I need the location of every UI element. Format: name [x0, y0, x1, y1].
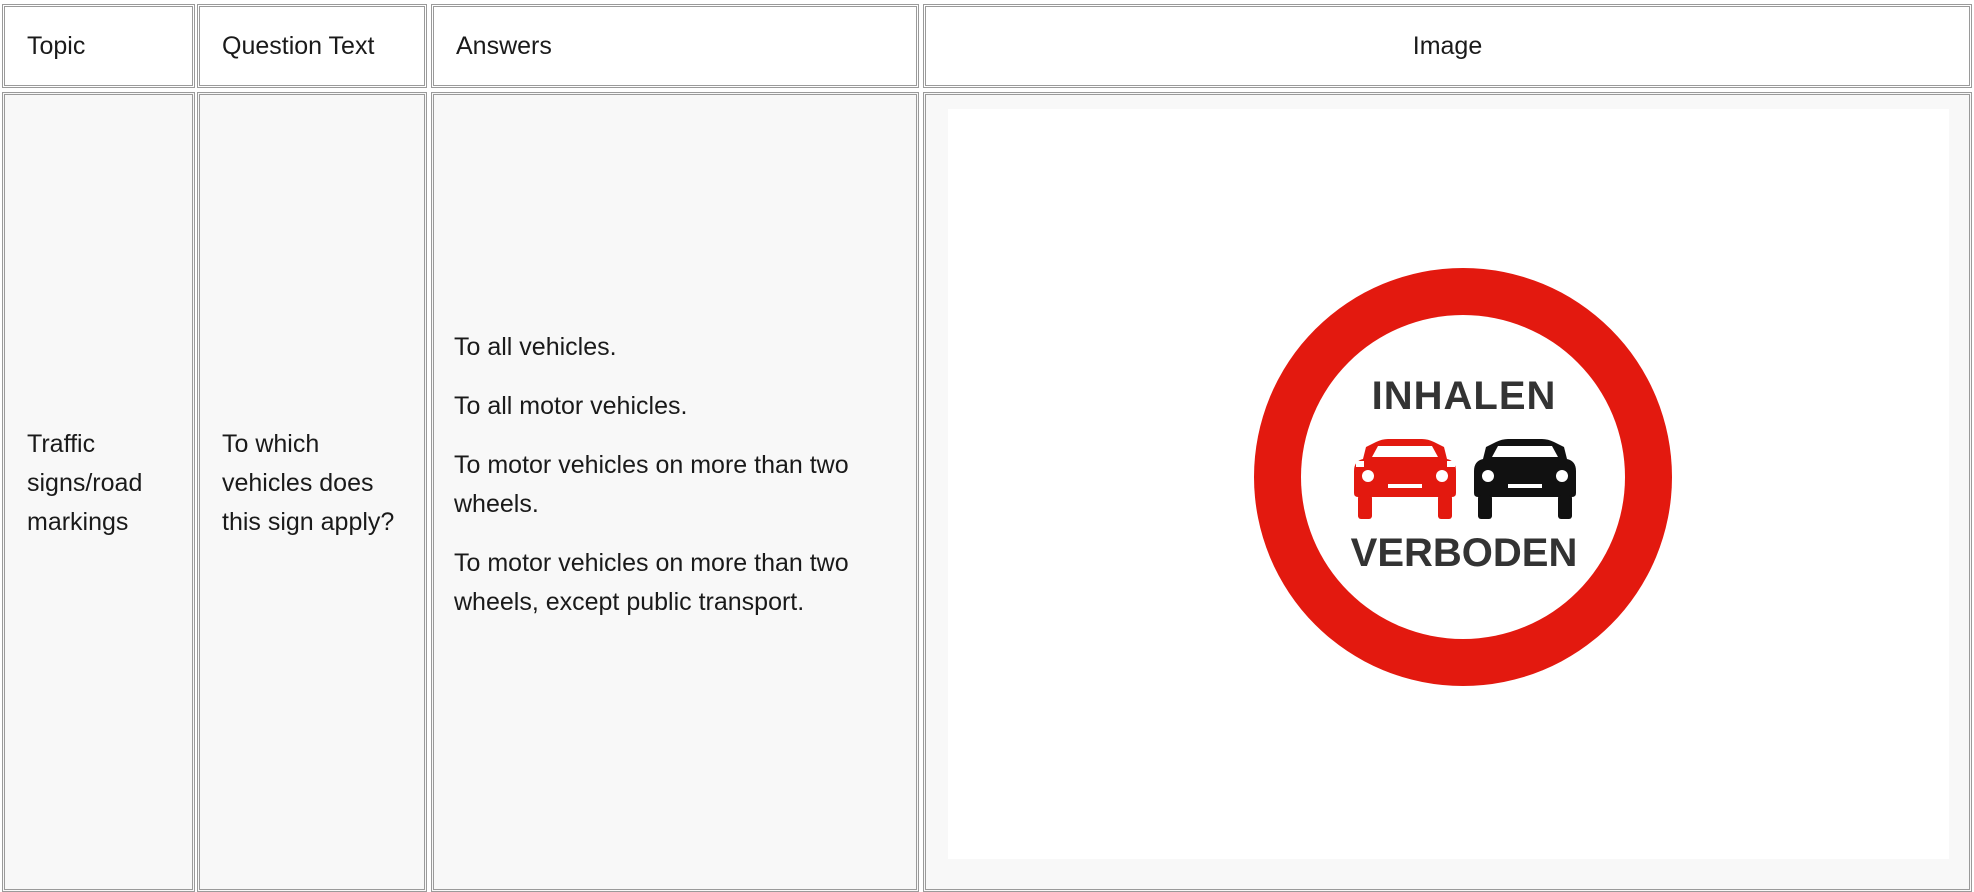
- topic-text: Traffic signs/road markings: [27, 430, 143, 536]
- sign-image: INHALEN VERBODEN: [948, 109, 1949, 859]
- answer-option-1: To all vehicles.: [454, 333, 617, 361]
- question-cell: To which vehicles does this sign apply?: [197, 92, 427, 892]
- header-image-label: Image: [1412, 31, 1483, 60]
- header-topic: Topic: [2, 4, 195, 88]
- answers-cell: To all vehicles. To all motor vehicles. …: [431, 92, 919, 892]
- header-question-label: Question Text: [222, 31, 375, 60]
- sign-top-text: INHALEN: [1372, 374, 1557, 418]
- answer-list: To all vehicles. To all motor vehicles. …: [454, 328, 902, 642]
- header-topic-label: Topic: [27, 31, 86, 60]
- sign-white-center: [1301, 315, 1625, 639]
- header-question-text: Question Text: [197, 4, 427, 88]
- header-image: Image: [923, 4, 1972, 88]
- header-answers: Answers: [431, 4, 919, 88]
- question-table: Topic Question Text Answers Image Traffi…: [0, 0, 1974, 892]
- topic-cell: Traffic signs/road markings: [2, 92, 195, 892]
- no-overtaking-sign-icon: INHALEN VERBODEN: [1254, 268, 1672, 686]
- answer-option-2: To all motor vehicles.: [454, 392, 688, 420]
- question-text: To which vehicles does this sign apply?: [222, 430, 395, 536]
- sign-bottom-text: VERBODEN: [1351, 531, 1578, 575]
- answer-option-3: To motor vehicles on more than two wheel…: [454, 451, 849, 518]
- image-cell: INHALEN VERBODEN: [923, 92, 1972, 892]
- answer-option-4: To motor vehicles on more than two wheel…: [454, 549, 849, 616]
- header-answers-label: Answers: [456, 31, 552, 60]
